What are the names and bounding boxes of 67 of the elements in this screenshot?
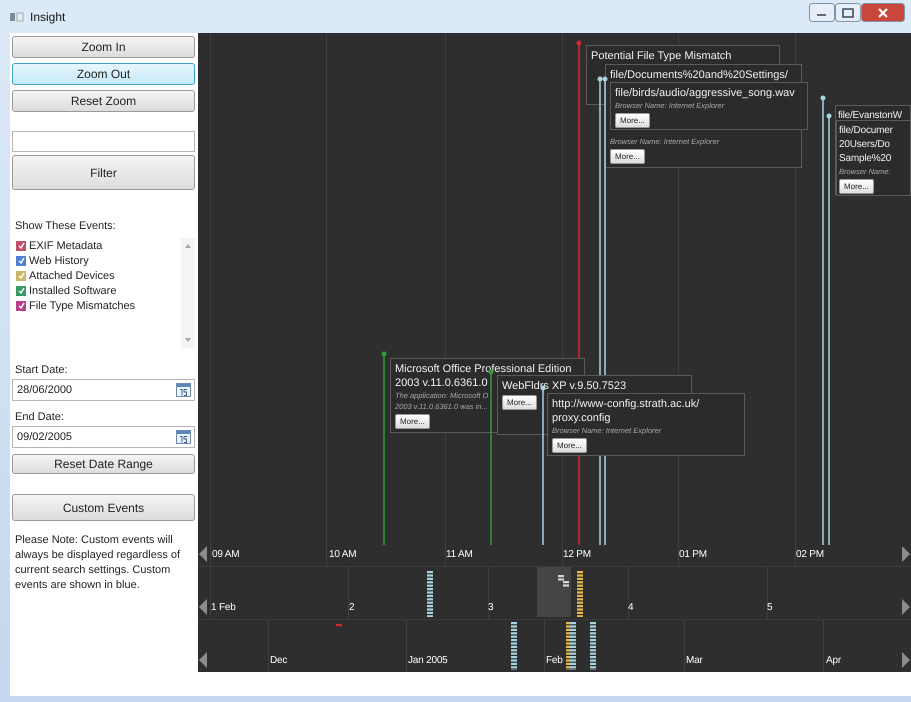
event-title: file/Documer <box>839 124 893 138</box>
more-button[interactable]: More... <box>615 113 650 128</box>
close-button[interactable] <box>861 3 905 22</box>
event-type-checkbox[interactable] <box>16 270 26 280</box>
calendar-icon[interactable] <box>176 430 191 444</box>
custom-events-note: Please Note: Custom events will always be displayed regardless of current search settings. Custom events are shown in blue. <box>15 533 182 593</box>
event-type-label: Installed Software <box>29 284 116 296</box>
event-title: proxy.config <box>552 411 610 425</box>
time-axis-label: 10 AM <box>329 549 356 560</box>
time-axis-label: 3 <box>488 602 494 613</box>
scroll-right-icon[interactable] <box>902 546 910 562</box>
start-date-field[interactable]: 28/06/2000 <box>12 379 195 401</box>
time-axis-label: Jan 2005 <box>408 655 448 666</box>
scroll-right-icon[interactable] <box>902 599 910 615</box>
time-axis-label: 01 PM <box>679 549 707 560</box>
more-button[interactable]: More... <box>395 414 430 429</box>
start-date-label: Start Date: <box>15 364 69 376</box>
calendar-icon[interactable] <box>176 383 191 397</box>
event-title: WebFldrs XP v.9.50.7523 <box>502 379 626 393</box>
time-axis-label: Apr <box>826 655 841 666</box>
scroll-right-icon[interactable] <box>902 652 910 668</box>
time-axis-label: 1 Feb <box>211 602 236 613</box>
zoom-out-button[interactable]: Zoom Out <box>12 63 195 85</box>
events-heading: Show These Events: <box>15 220 117 232</box>
more-button[interactable]: More... <box>502 395 537 410</box>
event-title: Sample%20 <box>839 152 892 166</box>
event-title: 20Users/Do <box>839 138 890 152</box>
time-axis-label: Feb <box>546 655 563 666</box>
event-title: Potential File Type Mismatch <box>591 49 732 63</box>
end-date-label: End Date: <box>15 411 65 423</box>
event-type-checkbox[interactable] <box>16 256 26 266</box>
reset-zoom-button[interactable]: Reset Zoom <box>12 90 195 112</box>
app-icon <box>10 12 24 22</box>
more-button[interactable]: More... <box>839 179 874 194</box>
event-type-label: EXIF Metadata <box>29 240 102 252</box>
event-title: http://www-config.strath.ac.uk/ <box>552 397 700 411</box>
time-axis-label: 4 <box>628 602 634 613</box>
time-axis-label: Dec <box>270 655 288 666</box>
more-button[interactable]: More... <box>552 438 587 453</box>
maximize-button[interactable] <box>835 3 861 22</box>
visible-range-highlight[interactable] <box>537 567 571 617</box>
filter-button[interactable]: Filter <box>12 155 195 190</box>
event-type-checkbox[interactable] <box>16 300 26 310</box>
time-axis-label: 2 <box>349 602 354 613</box>
time-axis-label: 11 AM <box>446 549 473 560</box>
time-axis-label: Mar <box>686 655 703 666</box>
event-type-checkbox[interactable] <box>16 286 26 296</box>
reset-date-range-button[interactable]: Reset Date Range <box>12 454 195 474</box>
event-type-label: File Type Mismatches <box>29 300 136 312</box>
time-axis-label: 5 <box>767 602 772 613</box>
time-axis-label: 09 AM <box>212 549 240 560</box>
event-type-checkbox[interactable] <box>16 240 26 250</box>
time-axis-label: 02 PM <box>796 549 824 560</box>
end-date-field[interactable]: 09/02/2005 <box>12 426 195 448</box>
event-type-label: Attached Devices <box>29 270 115 282</box>
zoom-in-button[interactable]: Zoom In <box>12 36 195 58</box>
more-button[interactable]: More... <box>610 149 645 164</box>
filter-text-field[interactable] <box>12 131 195 152</box>
event-title: file/Documents%20and%20Settings/ <box>610 68 788 82</box>
custom-events-button[interactable]: Custom Events <box>12 494 195 521</box>
event-type-label: Web History <box>29 254 89 266</box>
event-title: 2003 v.11.0.6361.0 <box>395 376 488 390</box>
event-title: file/EvanstonW <box>838 109 902 123</box>
event-title: file/birds/audio/aggressive_song.wav <box>615 86 795 100</box>
time-axis-label: 12 PM <box>563 549 591 560</box>
window-title: Insight <box>30 10 66 24</box>
event-title: Microsoft Office Professional Edition <box>395 362 572 376</box>
